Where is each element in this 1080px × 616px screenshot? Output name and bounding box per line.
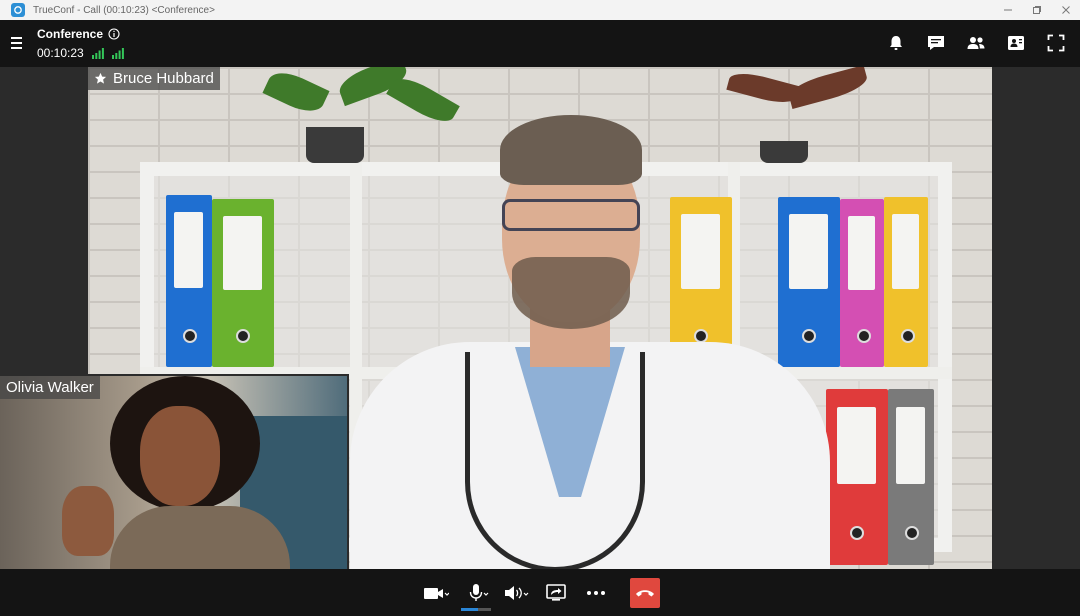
minimize-icon [1003,9,1012,11]
participants-icon [967,37,985,49]
microphone-button[interactable] [460,577,492,611]
call-header: Conference 00:10:23 [0,20,1080,67]
screen-share-icon [546,583,566,601]
binder-yellow [884,197,928,367]
conference-title: Conference [37,27,120,41]
speaker-button[interactable] [500,577,532,609]
mic-level-meter [461,607,491,611]
binder-gray [888,389,934,565]
pip-participant-name-tag: Olivia Walker [0,376,100,399]
close-window-button[interactable] [1051,0,1080,20]
signal-strength-icon [91,47,104,59]
participants-button[interactable] [964,30,988,56]
conference-title-text: Conference [37,27,104,41]
menu-button[interactable] [10,36,26,50]
pip-participant-name: Olivia Walker [6,379,94,396]
camera-button[interactable] [420,577,452,609]
main-speaker-name-tag: Bruce Hubbard [88,67,220,90]
star-icon [94,72,107,84]
call-timer: 00:10:23 [37,46,84,60]
fullscreen-button[interactable] [1044,30,1068,56]
doctor-figure [350,107,830,569]
binder-blue [166,195,212,367]
hang-up-button[interactable] [630,577,660,608]
microphone-icon [469,583,489,601]
call-timer-row: 00:10:23 [37,46,124,60]
camera-icon [424,587,449,599]
window-title: TrueConf - Call (00:10:23) <Conference> [33,4,215,16]
network-quality-icon [111,47,124,59]
more-icon [587,590,605,595]
binder-pink [840,199,884,367]
chat-button[interactable] [924,30,948,56]
more-options-button[interactable] [580,577,612,609]
chat-icon [928,36,944,50]
binder-green [212,199,274,367]
pip-video-feed[interactable] [0,374,349,569]
close-icon [1061,6,1070,14]
hang-up-icon [636,589,654,596]
restore-icon [1032,6,1041,14]
layout-button[interactable] [1004,30,1028,56]
call-toolbar [0,569,1080,616]
layout-icon [1008,36,1024,50]
info-icon[interactable] [108,28,120,40]
video-stage: Bruce Hubbard Olivia Walker [0,67,1080,569]
minimize-button[interactable] [993,0,1022,20]
hamburger-icon [11,37,22,49]
speaker-icon [505,585,529,600]
main-speaker-name: Bruce Hubbard [113,70,214,87]
restore-button[interactable] [1022,0,1051,20]
notifications-button[interactable] [884,30,908,56]
bell-icon [890,36,902,50]
trueconf-logo-icon [11,3,25,17]
fullscreen-icon [1047,34,1065,52]
screen-share-button[interactable] [540,577,572,609]
window-titlebar: TrueConf - Call (00:10:23) <Conference> [0,0,1080,20]
binder-red [826,389,888,565]
